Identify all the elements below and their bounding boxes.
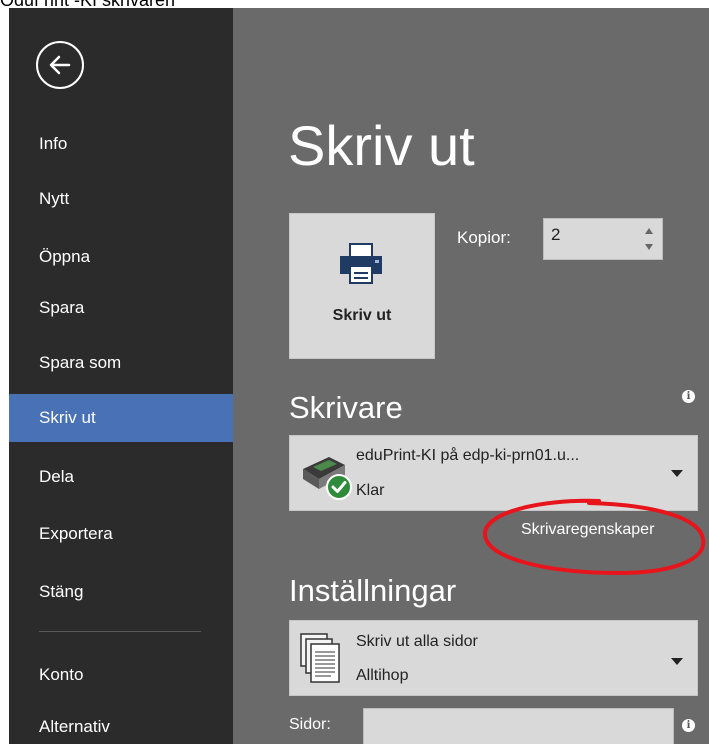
print-range-description: Alltihop <box>356 667 409 684</box>
network-printer-icon <box>303 457 352 500</box>
nav-close[interactable]: Stäng <box>9 568 233 616</box>
printer-properties-link[interactable]: Skrivaregenskaper <box>521 521 654 539</box>
page-title: Skriv ut <box>288 114 475 177</box>
nav-export[interactable]: Exportera <box>9 510 233 558</box>
printer-icon <box>340 243 382 284</box>
copies-value: 2 <box>551 225 561 244</box>
nav-options[interactable]: Alternativ <box>9 703 233 744</box>
document-pages-icon <box>300 633 340 683</box>
nav-info[interactable]: Info <box>9 120 233 168</box>
nav-new[interactable]: Nytt <box>9 175 233 223</box>
nav-share[interactable]: Dela <box>9 453 233 501</box>
chevron-down-icon <box>671 470 683 477</box>
back-arrow-icon <box>49 55 71 75</box>
printer-heading: Skrivare <box>289 390 403 425</box>
spin-arrows-icon[interactable] <box>644 225 654 253</box>
pages-label: Sidor: <box>289 716 331 733</box>
copies-stepper[interactable]: 2 <box>543 218 663 260</box>
settings-heading: Inställningar <box>289 573 457 608</box>
printer-status: Klar <box>356 482 385 499</box>
print-pane: Skriv ut Skriv ut Kopior: 2 Skrivare i e… <box>233 8 709 744</box>
print-range-dropdown[interactable]: Skriv ut alla sidor Alltihop <box>289 620 698 696</box>
printer-name: eduPrint-KI på edp-ki-prn01.u... <box>356 447 580 464</box>
chevron-down-icon <box>671 658 683 665</box>
nav-open[interactable]: Öppna <box>9 233 233 281</box>
copies-label: Kopior: <box>457 228 511 247</box>
nav-divider <box>39 631 201 632</box>
print-button[interactable]: Skriv ut <box>289 213 435 359</box>
print-button-label: Skriv ut <box>332 307 392 324</box>
info-icon[interactable]: i <box>682 719 695 732</box>
printer-dropdown[interactable]: eduPrint-KI på edp-ki-prn01.u... Klar <box>289 435 698 511</box>
nav-save-as[interactable]: Spara som <box>9 339 233 387</box>
info-icon[interactable]: i <box>682 390 695 403</box>
print-range-option: Skriv ut alla sidor <box>356 633 478 650</box>
nav-account[interactable]: Konto <box>9 651 233 699</box>
nav-print[interactable]: Skriv ut <box>9 394 233 442</box>
backstage-sidebar: Info Nytt Öppna Spara Spara som Skriv ut… <box>9 8 233 744</box>
nav-save[interactable]: Spara <box>9 284 233 332</box>
back-button[interactable] <box>36 41 84 89</box>
pages-input[interactable] <box>363 708 674 744</box>
